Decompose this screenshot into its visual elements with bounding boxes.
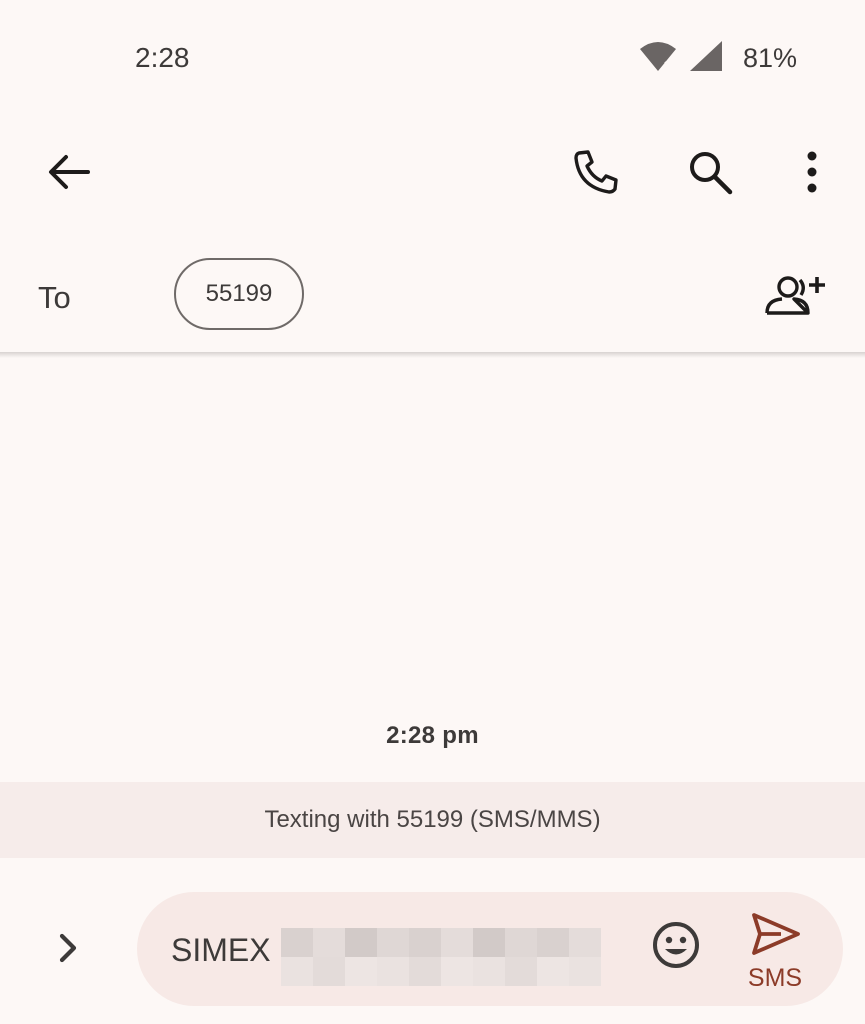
add-recipient-button[interactable] — [760, 268, 830, 328]
chevron-right-icon — [57, 932, 79, 969]
texting-mode-text: Texting with 55199 (SMS/MMS) — [264, 806, 601, 833]
call-button[interactable] — [562, 140, 630, 208]
send-icon — [751, 912, 801, 961]
status-bar: 2:28 81% — [0, 0, 865, 110]
more-options-button[interactable] — [778, 140, 846, 208]
to-label: To — [38, 280, 71, 315]
recipient-chip-label: 55199 — [205, 280, 273, 307]
redacted-text — [281, 928, 601, 986]
search-button[interactable] — [676, 140, 744, 208]
texting-mode-banner: Texting with 55199 (SMS/MMS) — [0, 782, 865, 858]
signal-icon — [689, 40, 723, 77]
status-time: 2:28 — [135, 42, 190, 73]
compose-row: SIMEX SMS — [0, 880, 865, 1024]
top-app-bar — [0, 120, 865, 210]
recipient-chip[interactable]: 55199 — [174, 258, 304, 330]
recipient-row: To 55199 — [0, 240, 865, 352]
expand-attachments-button[interactable] — [40, 920, 96, 980]
send-sms-button[interactable]: SMS — [737, 912, 813, 992]
search-icon — [687, 149, 733, 200]
message-input[interactable]: SIMEX SMS — [137, 892, 843, 1006]
emoji-button[interactable] — [649, 920, 703, 974]
add-person-icon — [764, 275, 826, 322]
back-arrow-icon — [46, 152, 90, 197]
emoji-icon — [651, 920, 701, 975]
message-timestamp: 2:28 pm — [386, 722, 479, 749]
phone-icon — [573, 149, 619, 200]
wifi-icon — [639, 40, 677, 77]
send-label: SMS — [747, 964, 803, 992]
message-list[interactable] — [0, 358, 865, 778]
battery-percentage: 81% — [742, 43, 797, 73]
status-icons: 81% — [639, 40, 797, 77]
more-vert-icon — [806, 151, 818, 198]
back-button[interactable] — [34, 140, 102, 208]
message-input-text: SIMEX — [171, 932, 271, 968]
